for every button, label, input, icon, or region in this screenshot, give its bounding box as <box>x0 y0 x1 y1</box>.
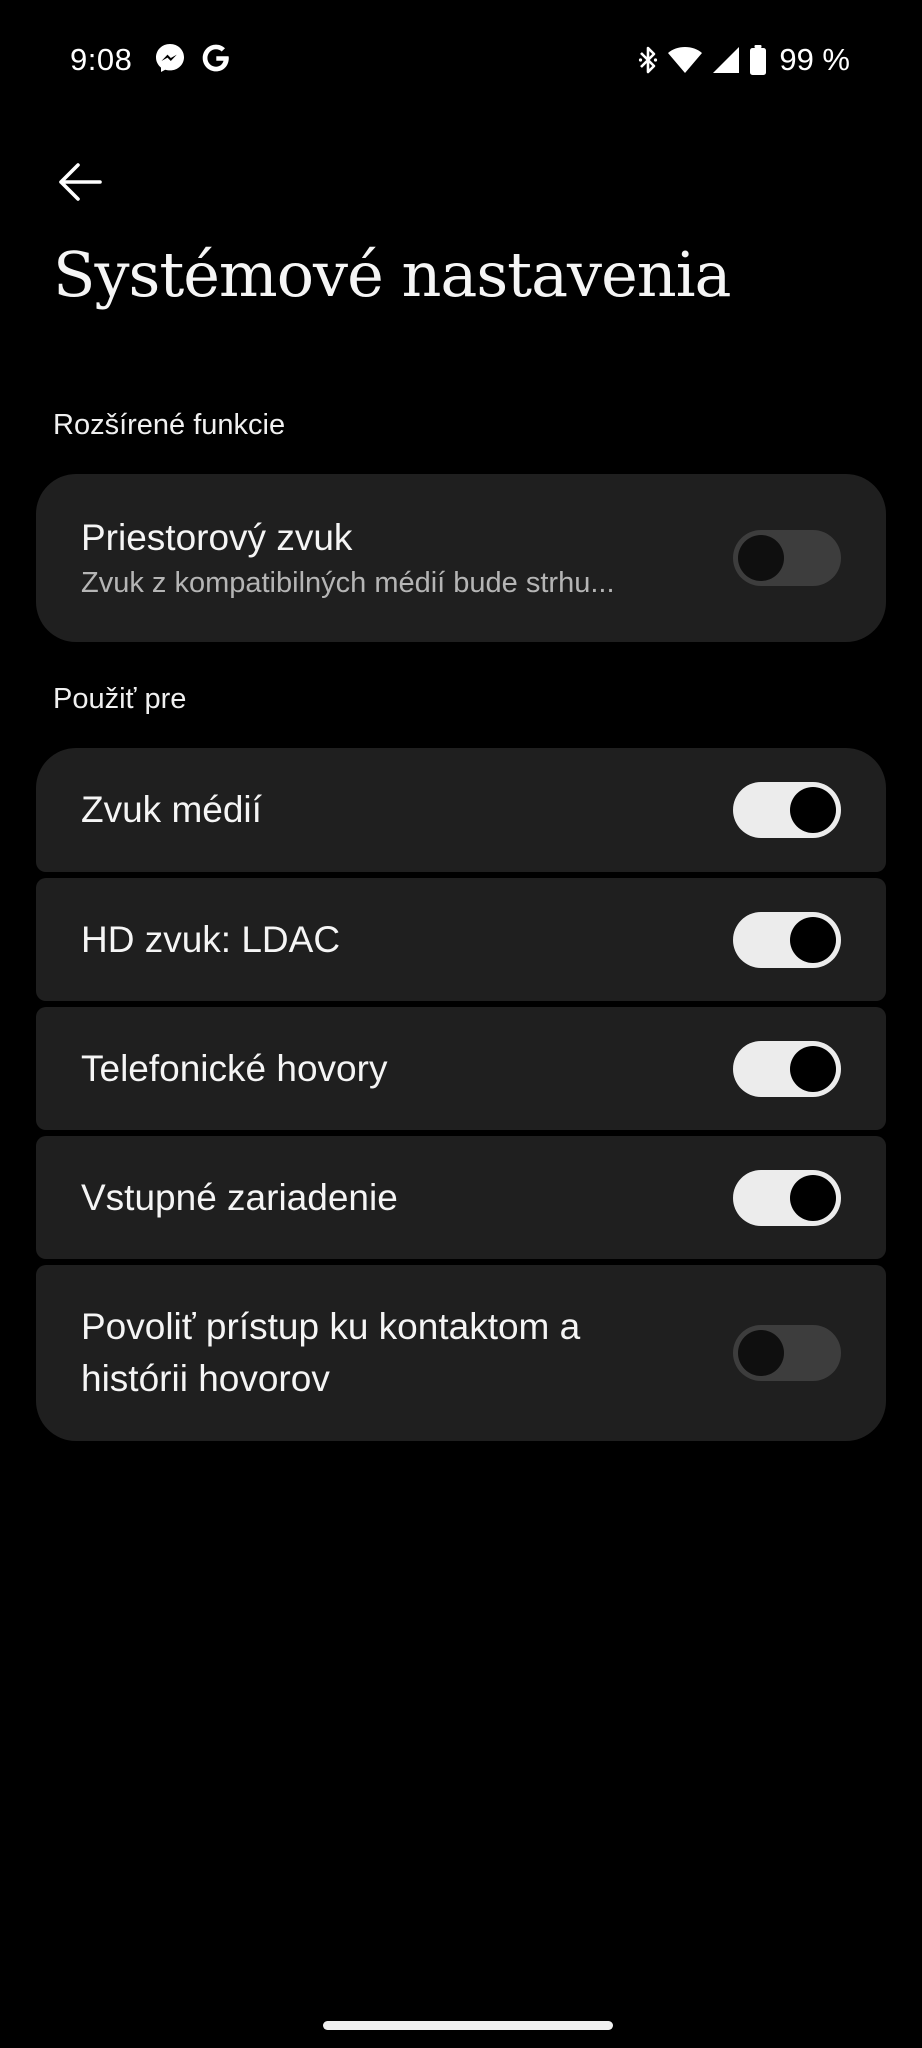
messenger-icon <box>154 42 186 79</box>
toggle-knob <box>790 1045 836 1092</box>
battery-icon <box>749 44 767 76</box>
contacts-access-title: Povoliť prístup ku kontaktom a histórii … <box>81 1306 581 1399</box>
toggle-knob <box>738 535 784 581</box>
advanced-settings-group: Priestorový zvuk Zvuk z kompatibilných m… <box>36 474 886 642</box>
toggle-knob <box>738 1330 784 1376</box>
contacts-access-toggle[interactable] <box>733 1325 841 1381</box>
toggle-knob <box>790 787 836 833</box>
input-device-texts: Vstupné zariadenie <box>81 1173 733 1223</box>
input-device-toggle[interactable] <box>733 1169 841 1226</box>
section-header-advanced: Rozšírené funkcie <box>53 409 286 441</box>
media-audio-texts: Zvuk médií <box>81 785 733 835</box>
spatial-audio-subtitle: Zvuk z kompatibilných médií bude strhu..… <box>81 567 615 599</box>
spatial-audio-texts: Priestorový zvuk Zvuk z kompatibilných m… <box>81 513 733 603</box>
hd-audio-toggle[interactable] <box>733 911 841 968</box>
battery-percentage: 99 % <box>779 42 850 77</box>
section-header-use-for: Použiť pre <box>53 683 187 715</box>
status-notification-icons <box>154 42 232 79</box>
spatial-audio-title: Priestorový zvuk <box>81 517 353 558</box>
wifi-icon <box>667 45 703 75</box>
phone-calls-toggle[interactable] <box>733 1040 841 1097</box>
bluetooth-icon <box>637 44 659 76</box>
media-audio-title: Zvuk médií <box>81 789 262 830</box>
back-button[interactable] <box>44 148 116 220</box>
status-bar: 9:08 99 % <box>0 0 922 120</box>
phone-calls-texts: Telefonické hovory <box>81 1044 733 1094</box>
hd-audio-texts: HD zvuk: LDAC <box>81 915 733 965</box>
phone-calls-row[interactable]: Telefonické hovory <box>36 1007 886 1130</box>
contacts-access-row[interactable]: Povoliť prístup ku kontaktom a histórii … <box>36 1265 886 1441</box>
media-audio-toggle[interactable] <box>733 782 841 838</box>
arrow-left-icon <box>54 156 106 213</box>
hd-audio-title: HD zvuk: LDAC <box>81 918 341 960</box>
gesture-navigation-handle[interactable] <box>323 2021 613 2030</box>
hd-audio-row[interactable]: HD zvuk: LDAC <box>36 878 886 1001</box>
media-audio-row[interactable]: Zvuk médií <box>36 748 886 872</box>
spatial-audio-toggle[interactable] <box>733 530 841 586</box>
toggle-knob <box>790 1174 836 1221</box>
status-time: 9:08 <box>70 42 133 77</box>
input-device-row[interactable]: Vstupné zariadenie <box>36 1136 886 1259</box>
page-title: Systémové nastavenia <box>53 238 731 311</box>
contacts-access-texts: Povoliť prístup ku kontaktom a histórii … <box>81 1301 733 1405</box>
phone-calls-title: Telefonické hovory <box>81 1047 388 1089</box>
google-icon <box>200 42 232 79</box>
spatial-audio-row[interactable]: Priestorový zvuk Zvuk z kompatibilných m… <box>36 474 886 642</box>
toggle-knob <box>790 916 836 963</box>
status-system-icons: 99 % <box>637 40 850 80</box>
use-for-settings-group: Zvuk médií HD zvuk: LDAC Telefonické hov… <box>36 748 886 1441</box>
input-device-title: Vstupné zariadenie <box>81 1176 398 1218</box>
signal-icon <box>711 45 741 75</box>
